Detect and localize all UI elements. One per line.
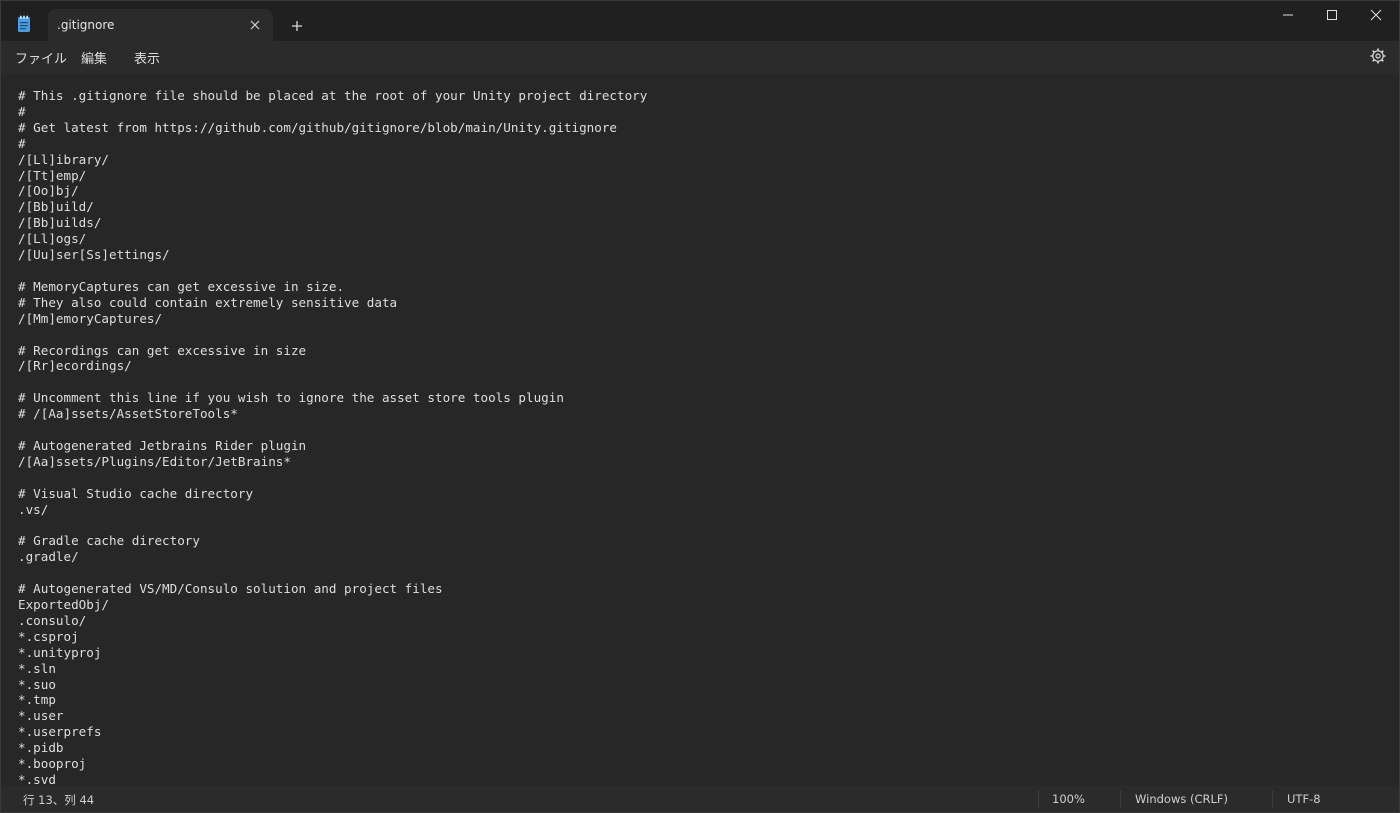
menu-bar: ファイル 編集 表示 <box>1 41 1399 73</box>
notepad-icon <box>17 15 31 33</box>
zoom-level[interactable]: 100% <box>1052 792 1085 806</box>
menu-file[interactable]: ファイル <box>15 48 67 67</box>
maximize-button[interactable] <box>1309 1 1355 31</box>
status-divider <box>1272 790 1273 808</box>
tab-title: .gitignore <box>57 18 115 32</box>
close-icon <box>1370 9 1382 21</box>
menu-edit[interactable]: 編集 <box>81 48 107 67</box>
minimize-icon <box>1283 14 1293 16</box>
text-editor[interactable]: # This .gitignore file should be placed … <box>1 73 1399 785</box>
status-divider <box>1120 790 1121 808</box>
menu-view[interactable]: 表示 <box>134 48 160 67</box>
cursor-position: 行 13、列 44 <box>23 793 95 807</box>
minimize-button[interactable] <box>1265 1 1311 31</box>
tab-gitignore[interactable]: .gitignore <box>48 9 273 41</box>
gear-icon[interactable] <box>1369 47 1387 65</box>
notepad-window: .gitignore ファイル 編集 表示 # This .gitignore … <box>0 0 1400 813</box>
editor-content[interactable]: # This .gitignore file should be placed … <box>18 88 647 785</box>
plus-icon[interactable] <box>290 18 304 32</box>
maximize-icon <box>1327 10 1337 20</box>
close-icon[interactable] <box>248 17 262 31</box>
title-bar[interactable]: .gitignore <box>1 1 1399 41</box>
status-bar: 行 13、列 44 100% Windows (CRLF) UTF-8 <box>1 785 1399 812</box>
encoding[interactable]: UTF-8 <box>1287 792 1321 806</box>
close-window-button[interactable] <box>1353 1 1399 31</box>
line-ending[interactable]: Windows (CRLF) <box>1135 792 1228 806</box>
status-divider <box>1038 790 1039 808</box>
